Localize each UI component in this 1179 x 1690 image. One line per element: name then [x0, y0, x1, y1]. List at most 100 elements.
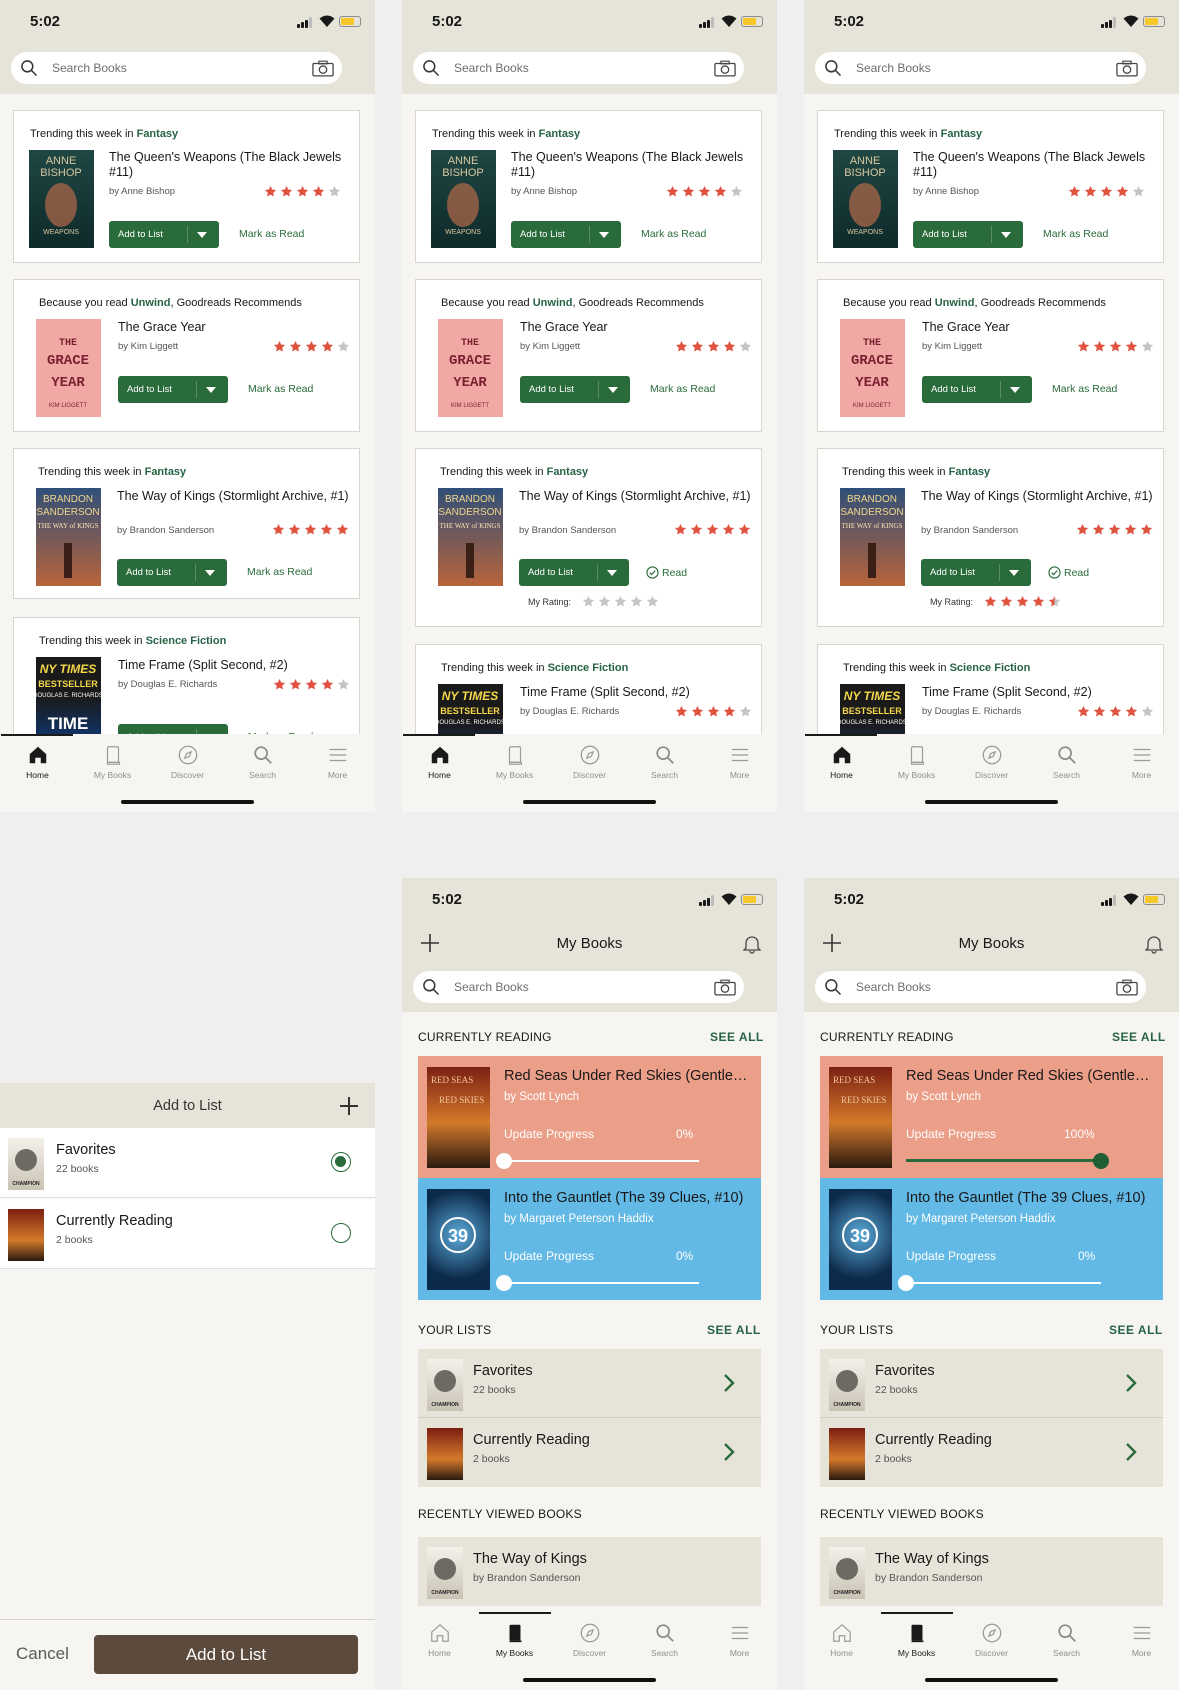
search-input[interactable]: Search Books — [413, 971, 744, 1003]
tab-search[interactable]: Search — [1029, 1622, 1104, 1658]
genre-link[interactable]: Fantasy — [949, 466, 991, 478]
mark-as-read-link[interactable]: Mark as Read — [1052, 383, 1117, 395]
book-title[interactable]: The Queen's Weapons (The Black Jewels #1… — [511, 150, 756, 180]
book-cover[interactable]: THE GRACE YEAR KIM LIGGETT — [36, 319, 101, 417]
cancel-button[interactable]: Cancel — [16, 1644, 69, 1664]
book-title[interactable]: Time Frame (Split Second, #2) — [922, 685, 1167, 700]
tab-home[interactable]: Home — [402, 1622, 477, 1658]
see-all-link[interactable]: SEE ALL — [710, 1030, 764, 1044]
recent-book-row[interactable]: CHAMPION The Way of Kings by Brandon San… — [820, 1537, 1163, 1606]
book-author[interactable]: by Douglas E. Richards — [520, 706, 619, 717]
book-cover[interactable]: RED SEAS RED SKIES — [829, 1067, 892, 1168]
book-title[interactable]: Red Seas Under Red Skies (Gentleman Bast… — [504, 1068, 754, 1084]
recent-book-row[interactable]: CHAMPION The Way of Kings by Brandon San… — [418, 1537, 761, 1606]
book-cover[interactable]: THE GRACE YEAR KIM LIGGETT — [438, 319, 503, 417]
book-title[interactable]: The Grace Year — [922, 320, 1167, 335]
book-author[interactable]: by Brandon Sanderson — [921, 525, 1018, 536]
tab-discover[interactable]: Discover — [552, 744, 627, 780]
book-author[interactable]: by Kim Liggett — [520, 341, 580, 352]
tab-my-books[interactable]: My Books — [879, 1622, 954, 1658]
add-to-list-button[interactable]: Add to List — [520, 376, 630, 403]
book-author[interactable]: by Anne Bishop — [109, 186, 175, 197]
book-title[interactable]: The Way of Kings (Stormlight Archive, #1… — [117, 489, 362, 504]
camera-icon[interactable] — [714, 979, 736, 996]
add-to-list-button[interactable]: Add to List — [511, 221, 621, 248]
book-cover[interactable]: RED SEAS RED SKIES — [427, 1067, 490, 1168]
book-title[interactable]: Time Frame (Split Second, #2) — [118, 658, 363, 673]
book-author[interactable]: by Scott Lynch — [504, 1091, 579, 1103]
book-cover[interactable]: ANNE BISHOP WEAPONS — [833, 150, 898, 248]
genre-link[interactable]: Science Fiction — [548, 662, 629, 674]
progress-slider[interactable] — [496, 1275, 699, 1291]
tab-my-books[interactable]: My Books — [879, 744, 954, 780]
tab-discover[interactable]: Discover — [552, 1622, 627, 1658]
book-author[interactable]: by Scott Lynch — [906, 1091, 981, 1103]
tab-search[interactable]: Search — [225, 744, 300, 780]
camera-icon[interactable] — [714, 60, 736, 77]
genre-link[interactable]: Fantasy — [539, 128, 581, 140]
tab-my-books[interactable]: My Books — [477, 744, 552, 780]
genre-link[interactable]: Science Fiction — [950, 662, 1031, 674]
book-title[interactable]: Into the Gauntlet (The 39 Clues, #10) — [504, 1190, 754, 1206]
book-author[interactable]: by Margaret Peterson Haddix — [504, 1213, 654, 1225]
tab-discover[interactable]: Discover — [954, 1622, 1029, 1658]
book-author[interactable]: by Anne Bishop — [913, 186, 979, 197]
book-title[interactable]: The Grace Year — [520, 320, 765, 335]
radio-selected[interactable] — [331, 1152, 351, 1172]
add-to-list-button[interactable]: Add to List — [913, 221, 1023, 248]
tab-more[interactable]: More — [702, 744, 777, 780]
tab-more[interactable]: More — [702, 1622, 777, 1658]
tab-my-books[interactable]: My Books — [477, 1622, 552, 1658]
book-author[interactable]: by Douglas E. Richards — [922, 706, 1021, 717]
add-to-list-confirm-button[interactable]: Add to List — [94, 1635, 358, 1674]
book-cover[interactable]: BRANDON SANDERSON THE WAY of KINGS — [438, 488, 503, 586]
my-rating-stars[interactable] — [582, 595, 659, 608]
camera-icon[interactable] — [1116, 60, 1138, 77]
book-author[interactable]: by Anne Bishop — [511, 186, 577, 197]
genre-link[interactable]: Unwind — [533, 297, 573, 309]
tab-search[interactable]: Search — [627, 1622, 702, 1658]
currently-reading-card[interactable]: RED SEAS RED SKIES Red Seas Under Red Ski… — [820, 1056, 1163, 1178]
add-to-list-button[interactable]: Add to List — [921, 559, 1031, 586]
book-cover[interactable]: THE GRACE YEAR KIM LIGGETT — [840, 319, 905, 417]
search-input[interactable]: Search Books — [815, 52, 1146, 84]
read-status[interactable]: Read — [1048, 566, 1089, 579]
mark-as-read-link[interactable]: Mark as Read — [248, 383, 313, 395]
add-to-list-button[interactable]: Add to List — [922, 376, 1032, 403]
tab-more[interactable]: More — [1104, 1622, 1179, 1658]
bell-icon[interactable] — [1145, 934, 1163, 954]
bell-icon[interactable] — [743, 934, 761, 954]
book-cover[interactable]: 39 — [427, 1189, 490, 1290]
book-title[interactable]: The Way of Kings (Stormlight Archive, #1… — [921, 489, 1166, 504]
mark-as-read-link[interactable]: Mark as Read — [247, 566, 312, 578]
book-author[interactable]: by Margaret Peterson Haddix — [906, 1213, 1056, 1225]
search-input[interactable]: Search Books — [413, 52, 744, 84]
mark-as-read-link[interactable]: Mark as Read — [641, 228, 706, 240]
mark-as-read-link[interactable]: Mark as Read — [1043, 228, 1108, 240]
genre-link[interactable]: Unwind — [935, 297, 975, 309]
book-cover[interactable]: BRANDON SANDERSON THE WAY of KINGS — [36, 488, 101, 586]
currently-reading-card[interactable]: 39 Into the Gauntlet (The 39 Clues, #10)… — [820, 1178, 1163, 1300]
tab-more[interactable]: More — [300, 744, 375, 780]
book-author[interactable]: by Brandon Sanderson — [117, 525, 214, 536]
mark-as-read-link[interactable]: Mark as Read — [239, 228, 304, 240]
book-author[interactable]: by Douglas E. Richards — [118, 679, 217, 690]
book-title[interactable]: The Way of Kings (Stormlight Archive, #1… — [519, 489, 764, 504]
book-title[interactable]: Red Seas Under Red Skies (Gentleman Bast… — [906, 1068, 1156, 1084]
radio-unselected[interactable] — [331, 1223, 351, 1243]
progress-slider[interactable] — [496, 1153, 699, 1169]
tab-my-books[interactable]: My Books — [75, 744, 150, 780]
see-all-link[interactable]: SEE ALL — [707, 1323, 761, 1337]
list-row[interactable]: CHAMPION Favorites 22 books — [820, 1349, 1163, 1418]
list-option[interactable]: CHAMPION Favorites 22 books — [0, 1128, 375, 1198]
genre-link[interactable]: Fantasy — [547, 466, 589, 478]
add-to-list-button[interactable]: Add to List — [109, 221, 219, 248]
genre-link[interactable]: Fantasy — [145, 466, 187, 478]
genre-link[interactable]: Unwind — [131, 297, 171, 309]
list-row[interactable]: CHAMPION Favorites 22 books — [418, 1349, 761, 1418]
mark-as-read-link[interactable]: Mark as Read — [650, 383, 715, 395]
book-author[interactable]: by Brandon Sanderson — [519, 525, 616, 536]
camera-icon[interactable] — [1116, 979, 1138, 996]
list-row[interactable]: Currently Reading 2 books — [418, 1418, 761, 1487]
progress-slider[interactable] — [906, 1153, 1109, 1169]
